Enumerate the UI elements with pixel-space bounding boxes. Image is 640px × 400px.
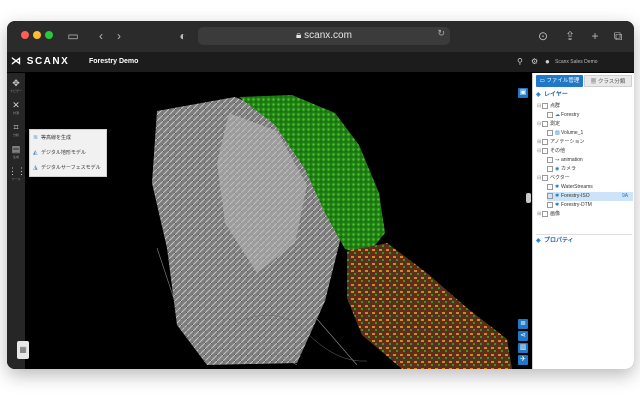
tree-item-animation[interactable]: ↝ animation [547, 156, 583, 165]
tool-tools[interactable]: ⋮⋮ ツール [8, 165, 26, 183]
properties-icon: ◈ [536, 238, 541, 244]
left-toolbar: ✥ ナビゲー ✕ 計測 ⌗ 分析 ▤ 生成 ⋮⋮ ツール [7, 73, 26, 369]
tree-item-vector[interactable]: ⊟ ベクター [537, 174, 570, 183]
tree-item-images[interactable]: ⊞ 画像 [537, 210, 560, 219]
menu-item-contour[interactable]: ≋ 等高線を生成 [33, 132, 71, 144]
user-avatar-icon[interactable]: ● [545, 55, 550, 69]
tool-generate[interactable]: ▤ 生成 [8, 143, 24, 161]
minimize-window-button[interactable] [33, 31, 41, 39]
tree-item-camera[interactable]: ◉ カメラ [547, 165, 576, 174]
section-divider [536, 234, 632, 235]
browser-window: ▭ ‹ › ◐ 🔒︎ scanx.com ↻ ⊙ ⇪ + ⧉ ⋊ SCANX F… [7, 21, 634, 369]
tab-classification[interactable]: ▦ クラス分類 [584, 75, 632, 87]
layer-checkbox[interactable] [542, 174, 548, 181]
settings-icon[interactable]: ⚙ [531, 55, 538, 69]
panel-resize-handle[interactable] [526, 193, 531, 203]
sidebar-toggle-icon[interactable]: ▭ [65, 28, 81, 44]
point-cloud-render [152, 95, 512, 369]
share-view-button[interactable]: ⋖ [518, 331, 528, 341]
tree-item-forestry[interactable]: ☁Forestry [547, 111, 579, 120]
tree-item-pointcloud[interactable]: ⊟ 点群 [537, 102, 560, 111]
map-button[interactable]: ▥ [518, 343, 528, 353]
dsm-icon: ◮ [33, 165, 38, 171]
address-bar[interactable]: 🔒︎ scanx.com ↻ [198, 27, 450, 45]
tree-item-volume[interactable]: ▧Volume_1 [547, 129, 583, 138]
forward-icon[interactable]: › [111, 28, 127, 44]
layer-checkbox[interactable] [542, 102, 548, 109]
tools-icon: ⋮⋮ [8, 166, 26, 176]
layer-checkbox[interactable] [542, 210, 548, 217]
layers-icon: ◈ [536, 92, 541, 98]
tree-item-other[interactable]: ⊟ その他 [537, 147, 565, 156]
generate-icon: ▤ [11, 144, 21, 154]
share-icon[interactable]: ⇪ [562, 28, 578, 44]
layer-checkbox[interactable] [542, 120, 548, 127]
layer-checkbox[interactable] [547, 192, 553, 199]
layer-checkbox[interactable] [547, 129, 553, 136]
tree-item-annotation[interactable]: ⊞ アノテーション [537, 138, 584, 147]
fly-mode-button[interactable]: ✈ [518, 355, 528, 365]
view-cube-icon[interactable]: ▦ [17, 341, 29, 359]
right-panel: ▭ ファイル管理 ▦ クラス分類 ◈ レイヤー ⊟ 点群 ☁Forestry ⊟ 測定… [532, 73, 634, 369]
browser-toolbar: ▭ ‹ › ◐ 🔒︎ scanx.com ↻ ⊙ ⇪ + ⧉ [7, 21, 634, 52]
zoom-window-button[interactable] [45, 31, 53, 39]
privacy-shield-icon[interactable]: ◐ [175, 28, 191, 44]
url-text: scanx.com [304, 30, 352, 41]
back-icon[interactable]: ‹ [93, 28, 109, 44]
tree-item-forestry-iso[interactable]: ✱ Forestry-ISO [547, 192, 633, 201]
tree-item-forestry-dtm[interactable]: ✱ Forestry-DTM [547, 201, 592, 210]
tool-measure[interactable]: ✕ 計測 [8, 99, 24, 117]
navigation-icon: ✥ [12, 78, 20, 88]
tabs-overview-icon[interactable]: ⧉ [610, 28, 626, 44]
3d-viewport[interactable] [7, 73, 532, 369]
tool-analysis[interactable]: ⌗ 分析 [8, 121, 24, 139]
analysis-icon: ⌗ [13, 122, 19, 132]
download-icon[interactable]: ⊙ [535, 28, 551, 44]
tab-file-management[interactable]: ▭ ファイル管理 [536, 75, 583, 87]
app-logo: ⋊ SCANX [11, 56, 70, 67]
layers-section-header[interactable]: ◈ レイヤー [536, 90, 568, 100]
layer-checkbox[interactable] [547, 201, 553, 208]
layer-checkbox[interactable] [547, 183, 553, 190]
save-button[interactable]: ▣ [518, 88, 528, 98]
menu-item-dtm[interactable]: ◭ デジタル地形モデル [33, 147, 86, 159]
close-window-button[interactable] [21, 31, 29, 39]
new-tab-icon[interactable]: + [587, 28, 603, 44]
lock-icon: 🔒︎ [296, 30, 305, 41]
tree-item-waterstreams[interactable]: ✱ WaterStreams [547, 183, 593, 192]
layer-checkbox[interactable] [542, 138, 548, 145]
menu-item-dsm[interactable]: ◮ デジタルサーフェスモデル [33, 162, 101, 174]
measure-icon: ✕ [12, 100, 20, 110]
user-name[interactable]: Scanx Sales Demo [555, 55, 598, 69]
layer-checkbox[interactable] [547, 165, 553, 172]
project-title: Forestry Demo [89, 58, 139, 65]
properties-section-header[interactable]: ◈ プロパティ [536, 236, 574, 246]
tree-item-measurement[interactable]: ⊟ 測定 [537, 120, 560, 129]
layer-checkbox[interactable] [547, 111, 553, 118]
layer-checkbox[interactable] [547, 156, 553, 163]
location-icon[interactable]: ⚲ [517, 55, 523, 69]
tool-navigation[interactable]: ✥ ナビゲー [8, 77, 24, 95]
layers-stack-button[interactable]: ≣ [518, 319, 528, 329]
layer-tag-badge: 9A [622, 193, 629, 199]
classify-icon: ▦ [590, 79, 598, 85]
layer-checkbox[interactable] [542, 147, 548, 154]
generate-menu: ≋ 等高線を生成 ◭ デジタル地形モデル ◮ デジタルサーフェスモデル [29, 129, 107, 177]
contour-icon: ≋ [33, 135, 39, 141]
dtm-icon: ◭ [33, 150, 38, 156]
app-header: ⋊ SCANX Forestry Demo ⚲ ⚙ ● Scanx Sales … [7, 52, 634, 73]
reload-icon[interactable]: ↻ [437, 28, 445, 39]
